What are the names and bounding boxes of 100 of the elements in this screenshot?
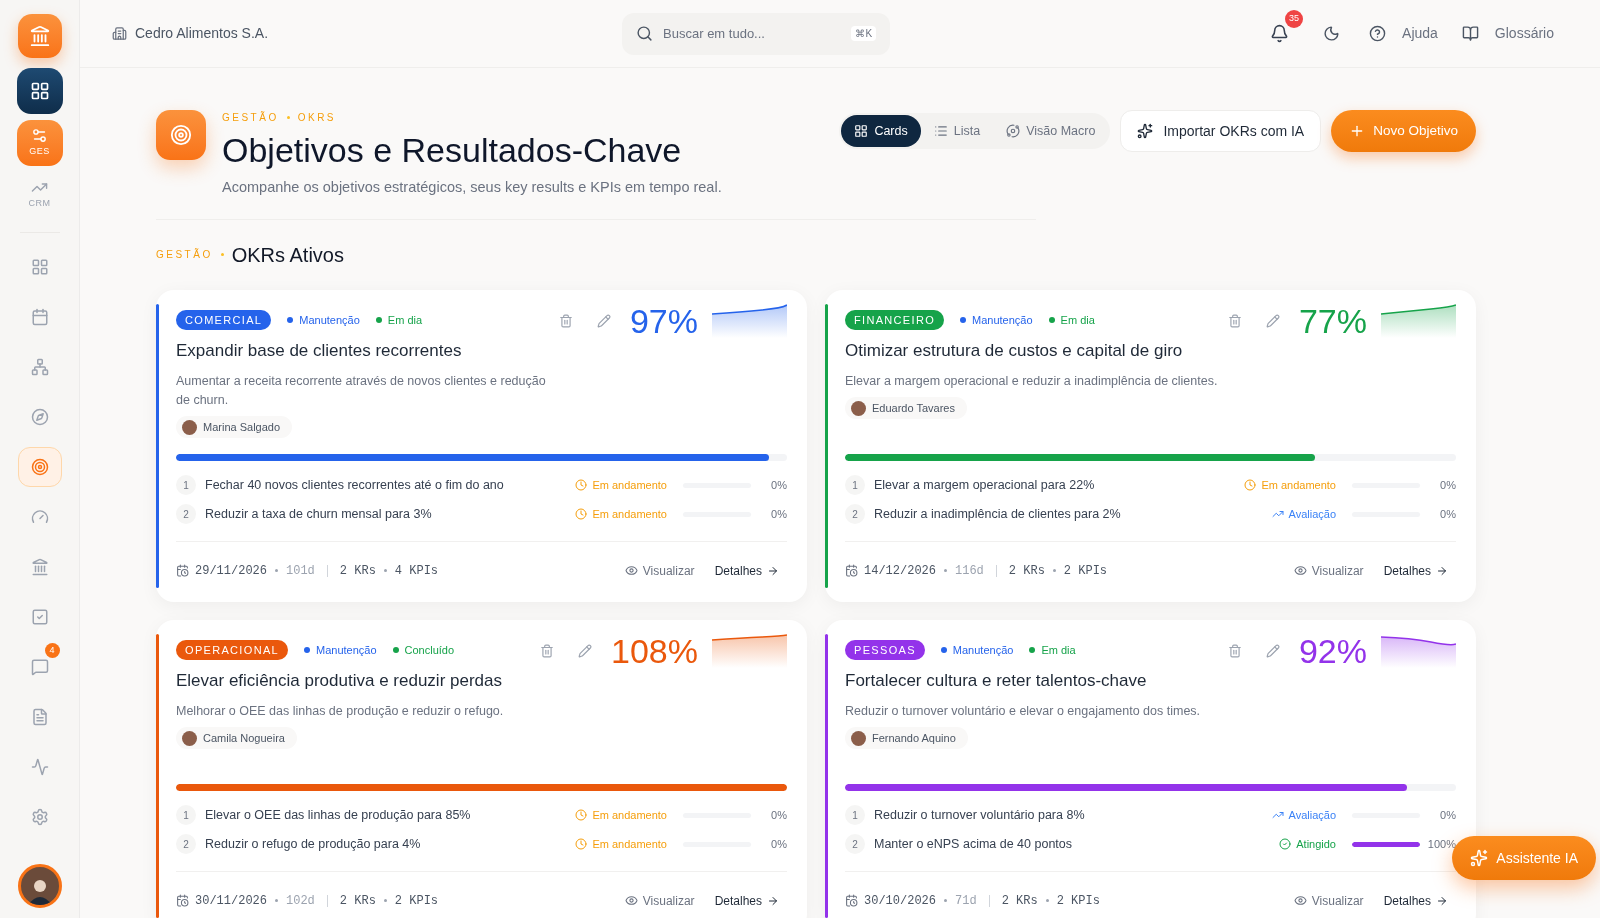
kr-number: 2 <box>845 504 865 525</box>
notification-badge: 4 <box>44 643 60 658</box>
details-button[interactable]: Detalhes <box>714 561 779 580</box>
company-name: Cedro Alimentos S.A. <box>135 24 269 43</box>
hierarchy-icon <box>30 358 49 376</box>
status-tag: Manutenção <box>972 311 1033 329</box>
top-link[interactable]: Ajuda <box>1369 23 1438 44</box>
key-result-text: Reduzir o turnover voluntário para 8% <box>874 806 1086 824</box>
moon-icon <box>1322 25 1340 42</box>
target-icon <box>170 124 192 146</box>
search-field[interactable]: Buscar em tudo... ⌘K <box>622 12 891 55</box>
import-button[interactable]: Importar OKRs com IA <box>1120 110 1322 152</box>
view-tab[interactable]: Visão Macro <box>993 115 1109 147</box>
pencil-icon <box>578 643 593 658</box>
kr-percent: 0% <box>770 837 787 852</box>
kr-status: Em andamento <box>592 507 667 522</box>
target-icon <box>30 458 49 476</box>
kr-count: 2 KRs <box>339 562 376 580</box>
arrow-right-icon <box>1436 564 1448 577</box>
view-tab[interactable]: Cards <box>841 115 921 147</box>
kr-number: 1 <box>176 805 196 826</box>
days-left: 71d <box>955 892 977 910</box>
trash-icon <box>558 313 573 328</box>
kpi-count: 2 KPIs <box>394 892 439 910</box>
details-button[interactable]: Detalhes <box>1383 891 1448 910</box>
view-button[interactable]: Visualizar <box>624 891 695 910</box>
section-eyebrow: GESTÃO <box>156 247 213 263</box>
owner-avatar <box>182 730 197 746</box>
kr-count: 2 KRs <box>339 892 376 910</box>
kr-status: Em andamento <box>592 808 667 823</box>
sparkles-icon <box>1470 849 1489 867</box>
kr-number: 2 <box>845 834 865 855</box>
owner-chip[interactable]: Eduardo Tavares <box>845 396 967 420</box>
kr-status: Avaliação <box>1288 808 1336 823</box>
progress-percent: 97% <box>629 303 698 338</box>
pencil-icon <box>596 313 611 328</box>
new-objective-button[interactable]: Novo Objetivo <box>1331 110 1476 152</box>
help-icon <box>1369 25 1387 42</box>
user-avatar[interactable] <box>17 864 62 908</box>
kr-percent: 0% <box>770 808 787 823</box>
orbit-icon <box>1006 124 1021 138</box>
kr-count: 2 KRs <box>1008 562 1045 580</box>
view-button[interactable]: Visualizar <box>624 561 695 580</box>
kr-status: Atingido <box>1296 837 1336 852</box>
pencil-icon <box>1265 643 1280 658</box>
owner-avatar <box>851 400 866 416</box>
objective-description: Reduzir o turnover voluntário e elevar o engajamento dos times. <box>845 702 1202 720</box>
calendar-icon <box>30 308 49 326</box>
owner-avatar <box>851 730 866 746</box>
owner-chip[interactable]: Fernando Aquino <box>845 726 968 750</box>
progress-percent: 92% <box>1298 633 1367 668</box>
due-date: 14/12/2026 <box>864 562 936 580</box>
kr-number: 1 <box>845 475 865 496</box>
arrow-right-icon <box>767 894 779 907</box>
due-date: 29/11/2026 <box>195 562 267 580</box>
compass-icon <box>30 408 49 426</box>
kr-percent: 0% <box>770 478 787 493</box>
calendar-clock-icon <box>176 564 189 578</box>
checkbox-icon <box>30 608 49 626</box>
section-title: OKRs Ativos <box>231 242 344 268</box>
objective-description: Aumentar a receita recorrente através de novos clientes e redução de churn. <box>176 372 547 409</box>
status-tag: Manutenção <box>952 641 1014 659</box>
progress-percent: 77% <box>1298 303 1367 338</box>
days-left: 101d <box>286 562 315 580</box>
days-left: 102d <box>286 892 315 910</box>
arrow-right-icon <box>767 564 779 577</box>
brand-logo[interactable] <box>17 14 62 58</box>
category-tag: FINANCEIRO <box>845 309 945 331</box>
bank-icon <box>30 558 49 576</box>
kr-number: 2 <box>176 834 196 855</box>
details-button[interactable]: Detalhes <box>714 891 779 910</box>
page-subtitle: Acompanhe os objetivos estratégicos, seus key results e KPIs em tempo real. <box>222 178 722 197</box>
view-button[interactable]: Visualizar <box>1293 561 1364 580</box>
view-button[interactable]: Visualizar <box>1293 891 1364 910</box>
module-button[interactable] <box>16 68 63 114</box>
owner-chip[interactable]: Marina Salgado <box>176 415 293 439</box>
clock-icon <box>575 838 588 851</box>
nav-item[interactable] <box>17 447 62 487</box>
owner-chip[interactable]: Camila Nogueira <box>176 726 297 750</box>
view-tab[interactable]: Lista <box>920 115 994 147</box>
clock-icon <box>1244 479 1257 492</box>
objective-title: Elevar eficiência produtiva e reduzir perdas <box>176 670 503 693</box>
status-tag: Manutenção <box>299 311 360 329</box>
search-icon <box>636 25 654 42</box>
top-link[interactable]: Glossário <box>1461 23 1554 44</box>
kr-status: Em andamento <box>592 837 667 852</box>
module-button[interactable]: GES <box>16 120 63 166</box>
pulse-icon <box>30 758 49 776</box>
grid-icon <box>29 81 50 101</box>
shortcut-hint: ⌘K <box>851 26 877 41</box>
pencil-icon <box>1265 313 1280 328</box>
days-left: 116d <box>955 562 984 580</box>
search-input[interactable]: Buscar em tudo... <box>663 23 842 44</box>
kpi-count: 2 KPIs <box>1056 892 1100 910</box>
details-button[interactable]: Detalhes <box>1383 561 1448 580</box>
kr-status: Avaliação <box>1288 507 1336 522</box>
clock-icon <box>575 809 588 822</box>
key-result-text: Elevar o OEE das linhas de produção para 85% <box>205 806 472 824</box>
objective-title: Expandir base de clientes recorrentes <box>176 340 463 363</box>
status-tag: Manutenção <box>316 641 377 659</box>
